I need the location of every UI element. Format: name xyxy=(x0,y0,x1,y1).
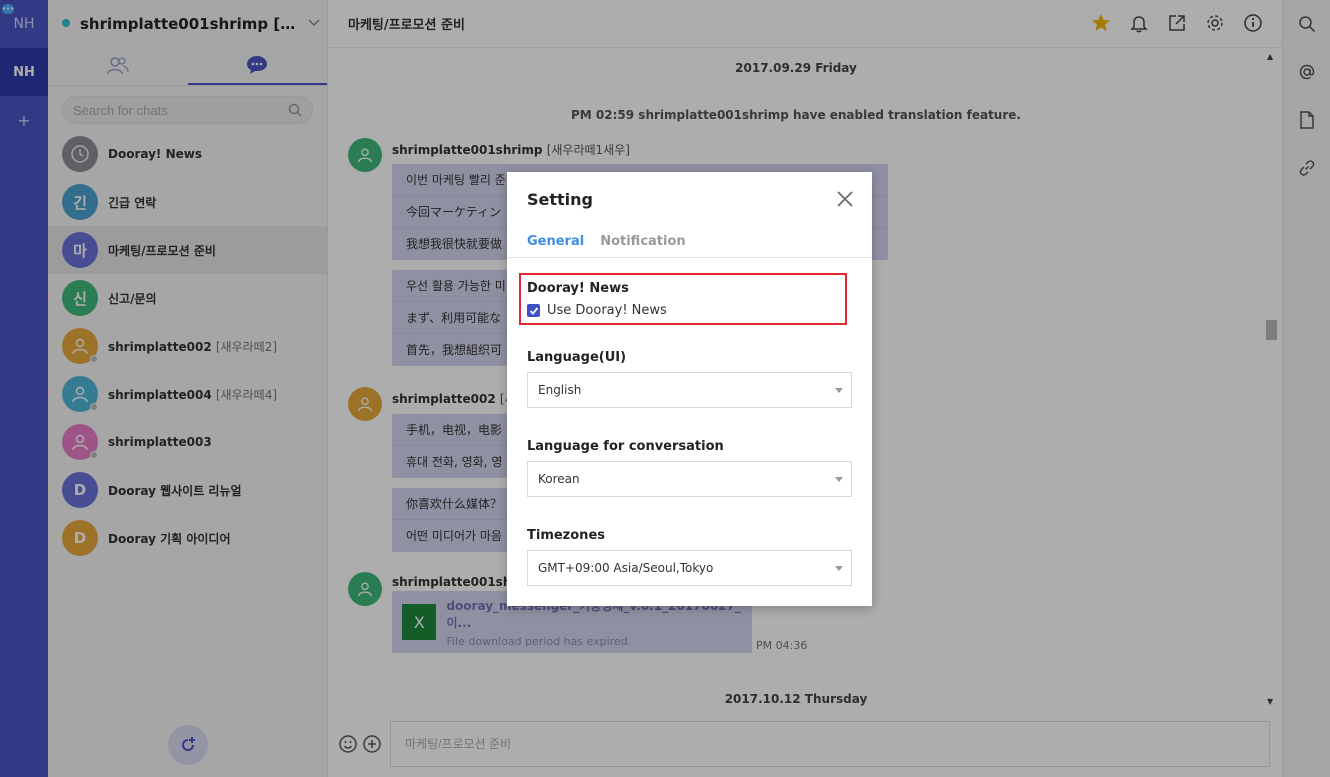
close-icon[interactable] xyxy=(836,190,854,208)
use-news-checkbox[interactable] xyxy=(527,304,540,317)
timezone-select[interactable]: GMT+09:00 Asia/Seoul,Tokyo xyxy=(527,550,852,586)
caret-down-icon xyxy=(835,566,843,571)
settings-tabs: General Notification xyxy=(507,230,872,258)
caret-down-icon xyxy=(835,388,843,393)
language-ui-label: Language(UI) xyxy=(527,350,627,365)
timezone-label: Timezones xyxy=(527,528,605,543)
tab-general[interactable]: General xyxy=(527,230,584,257)
caret-down-icon xyxy=(835,477,843,482)
settings-dialog: Setting General Notification Dooray! New… xyxy=(507,172,872,606)
use-news-checkbox-row[interactable]: Use Dooray! News xyxy=(527,303,667,318)
language-ui-select[interactable]: English xyxy=(527,372,852,408)
language-conversation-select[interactable]: Korean xyxy=(527,461,852,497)
dooray-news-section: Dooray! News Use Dooray! News xyxy=(519,273,847,325)
select-value: GMT+09:00 Asia/Seoul,Tokyo xyxy=(538,561,714,575)
select-value: Korean xyxy=(538,472,580,486)
tab-notification[interactable]: Notification xyxy=(600,230,685,257)
checkmark-icon xyxy=(529,306,538,315)
checkbox-label: Use Dooray! News xyxy=(547,303,667,318)
dialog-title: Setting xyxy=(527,190,593,209)
language-conversation-label: Language for conversation xyxy=(527,439,724,454)
section-title: Dooray! News xyxy=(527,281,629,296)
select-value: English xyxy=(538,383,582,397)
